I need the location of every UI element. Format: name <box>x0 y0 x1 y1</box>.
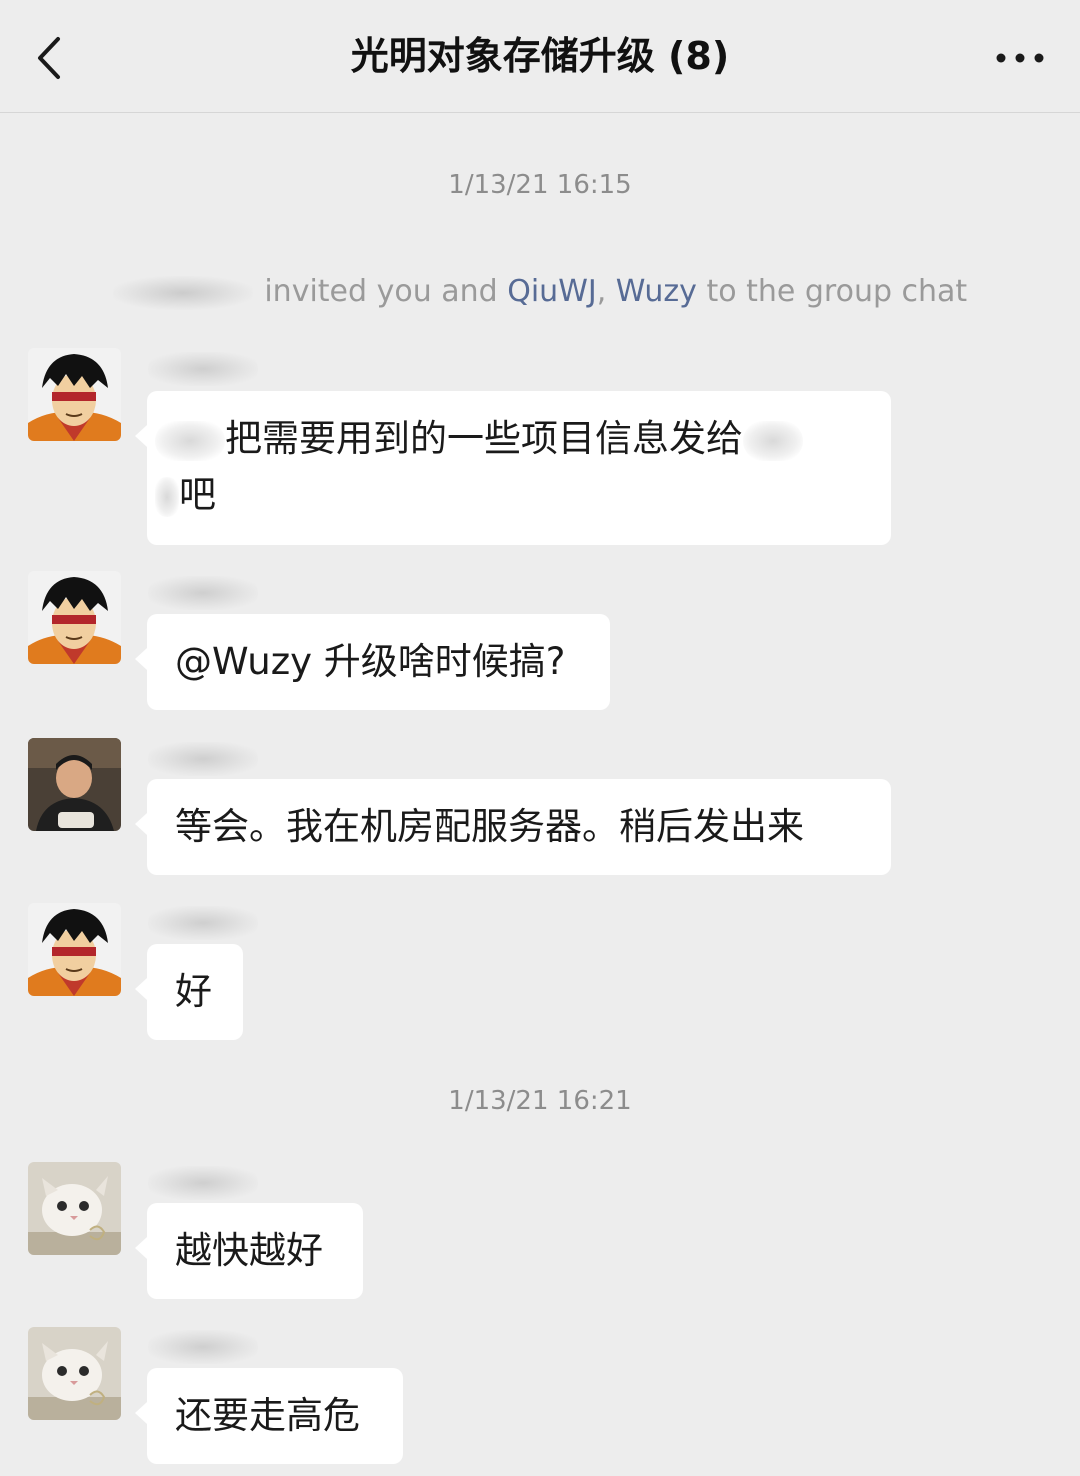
chat-timestamp: 1/13/21 16:15 <box>448 170 632 200</box>
message-text: 好 <box>175 970 212 1013</box>
cartoon-avatar-icon <box>28 903 121 996</box>
sender-name-blurred <box>148 906 258 940</box>
system-message-separator: , <box>596 274 616 309</box>
top-bar: 光明对象存储升级 (8) <box>0 0 1080 113</box>
sender-name-blurred <box>148 1166 258 1200</box>
cartoon-avatar-icon <box>28 348 121 441</box>
system-message: invited you and QiuWJ, Wuzy to the group… <box>0 274 1080 310</box>
cartoon-avatar-icon <box>28 571 121 664</box>
avatar[interactable] <box>28 903 121 996</box>
system-message-text: to the group chat <box>696 274 968 309</box>
photo-avatar-icon <box>28 738 121 831</box>
message-text: @Wuzy 升级啥时候搞? <box>175 640 566 683</box>
message-bubble[interactable]: 越快越好 <box>135 1203 363 1299</box>
chat-timestamp: 1/13/21 16:21 <box>448 1086 632 1116</box>
message-text: 吧 <box>155 467 863 523</box>
sender-name-blurred <box>148 1330 258 1364</box>
message-text-line: 吧 <box>179 473 216 516</box>
sender-name-blurred <box>148 576 258 610</box>
blurred-text <box>743 420 803 461</box>
sender-name-blurred <box>148 352 258 386</box>
message-bubble[interactable]: @Wuzy 升级啥时候搞? <box>135 614 610 710</box>
blurred-inviter-name <box>112 275 253 310</box>
message-text: 越快越好 <box>175 1229 323 1272</box>
message-text: 把需要用到的一些项目信息发给 <box>155 411 863 467</box>
sender-name-blurred <box>148 742 258 776</box>
message-text: 还要走高危 <box>175 1394 360 1437</box>
message-text: 等会。我在机房配服务器。稍后发出来 <box>175 805 804 848</box>
cat-avatar-icon <box>28 1162 121 1255</box>
message-bubble[interactable]: 等会。我在机房配服务器。稍后发出来 <box>135 779 891 875</box>
more-dots-icon <box>996 53 1044 63</box>
system-message-text: invited you and <box>254 274 508 309</box>
chat-title: 光明对象存储升级 (8) <box>350 34 730 78</box>
message-bubble[interactable]: 把需要用到的一些项目信息发给 吧 <box>135 391 891 545</box>
blurred-text <box>155 420 225 461</box>
chevron-left-icon <box>38 37 60 79</box>
message-bubble[interactable]: 还要走高危 <box>135 1368 403 1464</box>
avatar[interactable] <box>28 348 121 441</box>
blurred-text <box>155 476 179 517</box>
avatar[interactable] <box>28 1162 121 1255</box>
avatar[interactable] <box>28 738 121 831</box>
avatar[interactable] <box>28 571 121 664</box>
cat-avatar-icon <box>28 1327 121 1420</box>
mention-link[interactable]: Wuzy <box>616 274 697 309</box>
avatar[interactable] <box>28 1327 121 1420</box>
more-button[interactable] <box>988 30 1052 86</box>
message-text-line: 把需要用到的一些项目信息发给 <box>225 417 743 460</box>
mention-link[interactable]: QiuWJ <box>507 274 596 309</box>
message-bubble[interactable]: 好 <box>135 944 243 1040</box>
back-button[interactable] <box>20 28 80 88</box>
